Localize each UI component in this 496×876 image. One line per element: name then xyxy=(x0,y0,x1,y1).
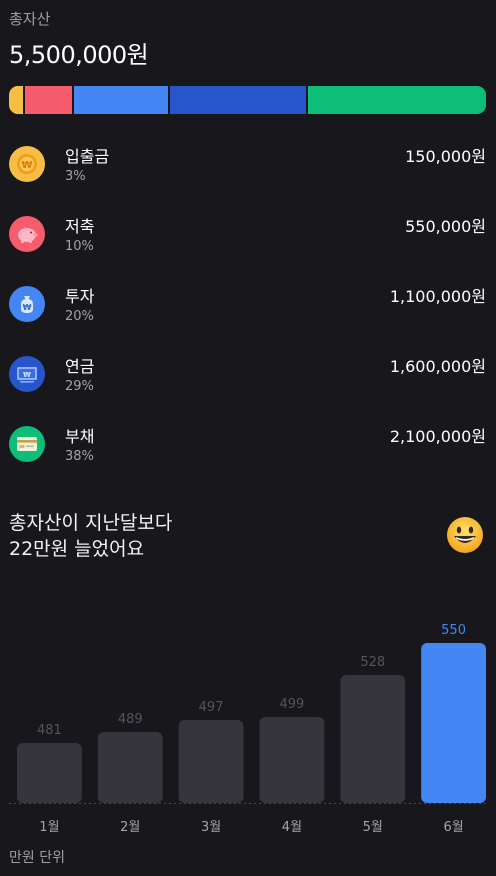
asset-amount: 150,000원 xyxy=(405,147,486,166)
chart-bar[interactable] xyxy=(421,643,486,803)
asset-item[interactable]: 부채 38% 2,100,000원 xyxy=(9,420,486,490)
asset-name: 저축 xyxy=(65,217,95,236)
chart-category-label: 5월 xyxy=(363,820,383,835)
chart-value-label: 497 xyxy=(199,700,224,715)
chart-category-label: 3월 xyxy=(201,820,221,835)
chart-value-label: 550 xyxy=(441,623,466,638)
asset-name: 부채 xyxy=(65,427,95,446)
asset-percent: 3% xyxy=(65,169,86,184)
chart-bar[interactable] xyxy=(259,717,325,803)
asset-item[interactable]: ₩ 연금 29% 1,600,000원 xyxy=(9,350,486,420)
chart-category-label: 1월 xyxy=(39,820,59,835)
chart-value-label: 481 xyxy=(37,723,62,738)
chart-bar[interactable] xyxy=(178,720,244,803)
allocation-segment-4[interactable] xyxy=(305,86,486,114)
asset-list: ₩ 입출금 3% 150,000원저축 10% 550,000원 ₩ 투자 20% 1,100,0… xyxy=(9,140,486,490)
allocation-segment-1[interactable] xyxy=(23,86,72,114)
trend-headline-line2: 22만원 늘었어요 xyxy=(9,538,145,560)
unit-label: 만원 단위 xyxy=(9,850,65,866)
chart-value-label: 489 xyxy=(118,712,143,727)
chart-bar[interactable] xyxy=(17,743,82,803)
asset-amount: 550,000원 xyxy=(405,217,486,236)
chart-value-label: 528 xyxy=(360,655,385,670)
allocation-segment-3[interactable] xyxy=(167,86,306,114)
svg-text:₩: ₩ xyxy=(23,303,32,312)
chart-category-label: 2월 xyxy=(120,820,140,835)
allocation-bar[interactable] xyxy=(9,86,486,114)
asset-percent: 10% xyxy=(65,239,94,254)
asset-percent: 38% xyxy=(65,449,94,464)
asset-item[interactable]: ₩ 투자 20% 1,100,000원 xyxy=(9,280,486,350)
asset-amount: 1,100,000원 xyxy=(389,287,486,306)
asset-name: 연금 xyxy=(65,357,95,376)
chart-category-label: 6월 xyxy=(443,820,463,835)
asset-name: 입출금 xyxy=(65,147,110,166)
total-assets-value: 5,500,000원 xyxy=(9,41,149,69)
asset-percent: 29% xyxy=(65,379,94,394)
total-assets-label: 총자산 xyxy=(9,10,51,28)
credit-card-icon xyxy=(9,426,45,462)
chart-bar[interactable] xyxy=(340,675,406,803)
banknote-icon: ₩ xyxy=(9,356,45,392)
asset-amount: 2,100,000원 xyxy=(389,427,486,446)
svg-text:₩: ₩ xyxy=(21,160,32,171)
trend-headline-line1: 총자산이 지난달보다 xyxy=(9,512,173,534)
asset-item[interactable]: 저축 10% 550,000원 xyxy=(9,210,486,280)
chart-category-label: 4월 xyxy=(282,820,302,835)
piggy-bank-icon xyxy=(9,216,45,252)
allocation-segment-2[interactable] xyxy=(71,86,168,114)
asset-amount: 1,600,000원 xyxy=(389,357,486,376)
svg-text:₩: ₩ xyxy=(23,371,31,379)
asset-name: 투자 xyxy=(65,287,95,306)
trend-headline: 총자산이 지난달보다 22만원 늘었어요 xyxy=(9,510,172,562)
chart-bar[interactable] xyxy=(97,732,163,803)
grinning-face-icon xyxy=(446,516,484,554)
allocation-segment-0[interactable] xyxy=(9,86,24,114)
chart-value-label: 499 xyxy=(280,697,305,712)
won-coin-icon: ₩ xyxy=(9,146,45,182)
money-bag-icon: ₩ xyxy=(9,286,45,322)
asset-item[interactable]: ₩ 입출금 3% 150,000원 xyxy=(9,140,486,210)
monthly-asset-chart: 481 1월 489 2월 497 3월 499 4월 528 5월 550 6월 xyxy=(9,600,486,870)
asset-percent: 20% xyxy=(65,309,94,324)
monthly-asset-chart-svg: 481 1월 489 2월 497 3월 499 4월 528 5월 550 6월 xyxy=(9,623,486,835)
